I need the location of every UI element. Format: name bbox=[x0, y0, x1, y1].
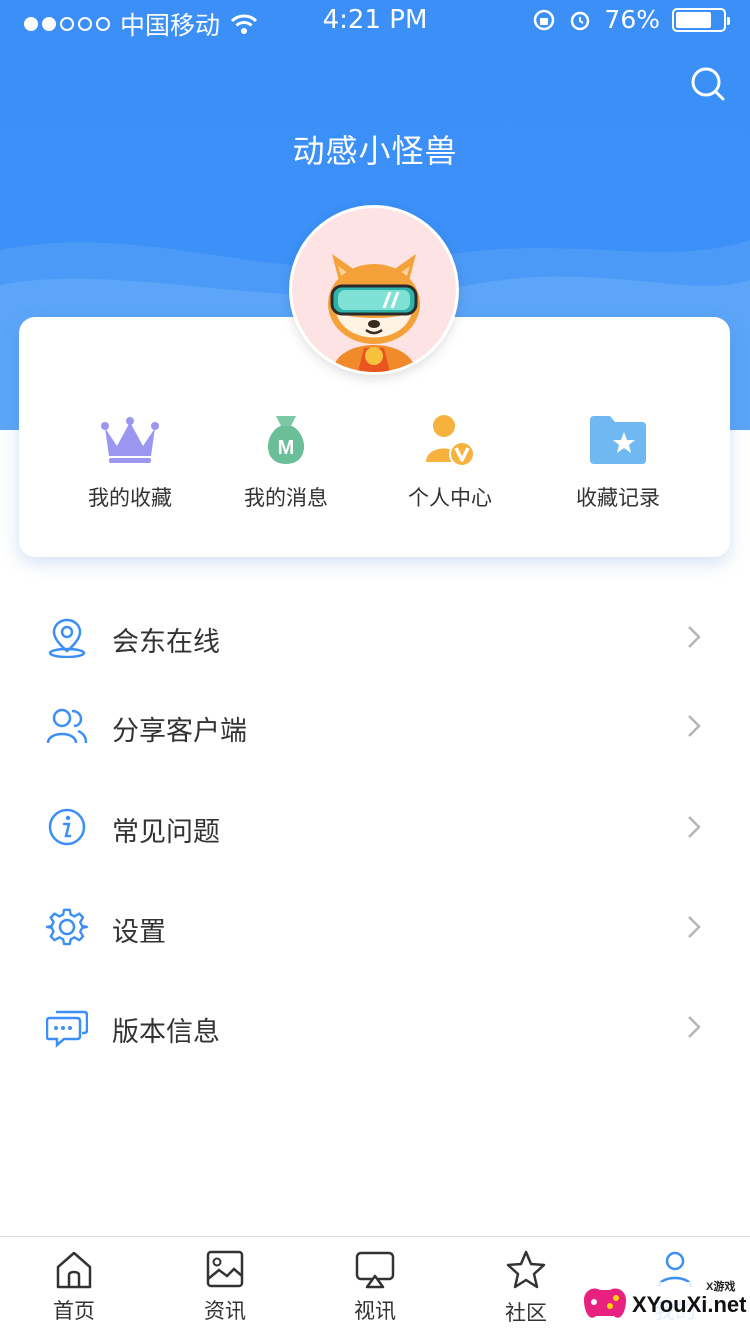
home-icon bbox=[56, 1251, 92, 1289]
quick-action-label: 我的收藏 bbox=[88, 486, 172, 510]
quick-action-profile-center[interactable]: 个人中心 bbox=[380, 410, 520, 512]
image-icon bbox=[206, 1250, 244, 1288]
chevron-right-icon bbox=[688, 916, 701, 938]
chevron-right-icon bbox=[688, 626, 701, 648]
tab-home[interactable]: 首页 bbox=[24, 1249, 124, 1325]
menu-item-version[interactable]: 版本信息 bbox=[0, 988, 750, 1068]
menu-item-label: 分享客户端 bbox=[112, 716, 247, 747]
tab-label: 首页 bbox=[53, 1299, 95, 1323]
gear-icon bbox=[46, 908, 88, 946]
tab-news[interactable]: 资讯 bbox=[175, 1249, 275, 1325]
quick-action-messages[interactable]: M 我的消息 bbox=[216, 410, 356, 512]
tab-video[interactable]: 视讯 bbox=[325, 1249, 425, 1325]
menu-item-online[interactable]: 会东在线 bbox=[0, 598, 750, 678]
rotation-lock-icon bbox=[534, 9, 555, 30]
alarm-icon bbox=[571, 11, 590, 30]
menu-item-label: 设置 bbox=[112, 917, 166, 948]
battery-percent: 76% bbox=[604, 5, 660, 34]
menu-item-label: 会东在线 bbox=[112, 627, 220, 658]
fox-avatar-image bbox=[292, 208, 456, 372]
menu-item-label: 版本信息 bbox=[112, 1017, 220, 1048]
avatar[interactable] bbox=[292, 208, 456, 372]
quick-action-label: 我的消息 bbox=[244, 486, 328, 510]
chevron-right-icon bbox=[688, 816, 701, 838]
chat-bubbles-icon bbox=[46, 1010, 88, 1048]
tab-community[interactable]: 社区 bbox=[476, 1249, 576, 1327]
info-icon bbox=[48, 808, 86, 846]
menu-item-share[interactable]: 分享客户端 bbox=[0, 687, 750, 767]
user-vip-icon bbox=[426, 415, 475, 467]
menu-item-faq[interactable]: 常见问题 bbox=[0, 788, 750, 868]
chevron-right-icon bbox=[688, 715, 701, 737]
status-bar: 中国移动 4:21 PM 76% bbox=[0, 0, 750, 40]
tab-label: 社区 bbox=[505, 1301, 547, 1325]
star-icon bbox=[506, 1250, 546, 1289]
crown-icon bbox=[101, 417, 159, 463]
menu-item-settings[interactable]: 设置 bbox=[0, 888, 750, 968]
location-pin-icon bbox=[48, 618, 86, 658]
tab-label: 资讯 bbox=[204, 1299, 246, 1323]
site-watermark: X游戏 XYouXi.net bbox=[580, 1276, 750, 1328]
menu-item-label: 常见问题 bbox=[112, 817, 220, 848]
svg-text:M: M bbox=[278, 437, 295, 459]
quick-action-label: 个人中心 bbox=[408, 486, 492, 510]
quick-action-favorites[interactable]: 我的收藏 bbox=[60, 410, 200, 512]
battery-icon bbox=[672, 7, 730, 32]
video-icon bbox=[355, 1251, 395, 1289]
star-folder-icon bbox=[590, 416, 646, 464]
chevron-right-icon bbox=[688, 1016, 701, 1038]
search-icon[interactable] bbox=[690, 66, 726, 102]
watermark-text: XYouXi.net bbox=[632, 1292, 747, 1317]
money-bag-icon: M bbox=[267, 416, 305, 464]
quick-action-label: 收藏记录 bbox=[576, 486, 660, 510]
username: 动感小怪兽 bbox=[292, 132, 458, 170]
quick-action-history[interactable]: 收藏记录 bbox=[548, 410, 688, 512]
tab-label: 视讯 bbox=[354, 1299, 396, 1323]
users-icon bbox=[46, 708, 88, 744]
